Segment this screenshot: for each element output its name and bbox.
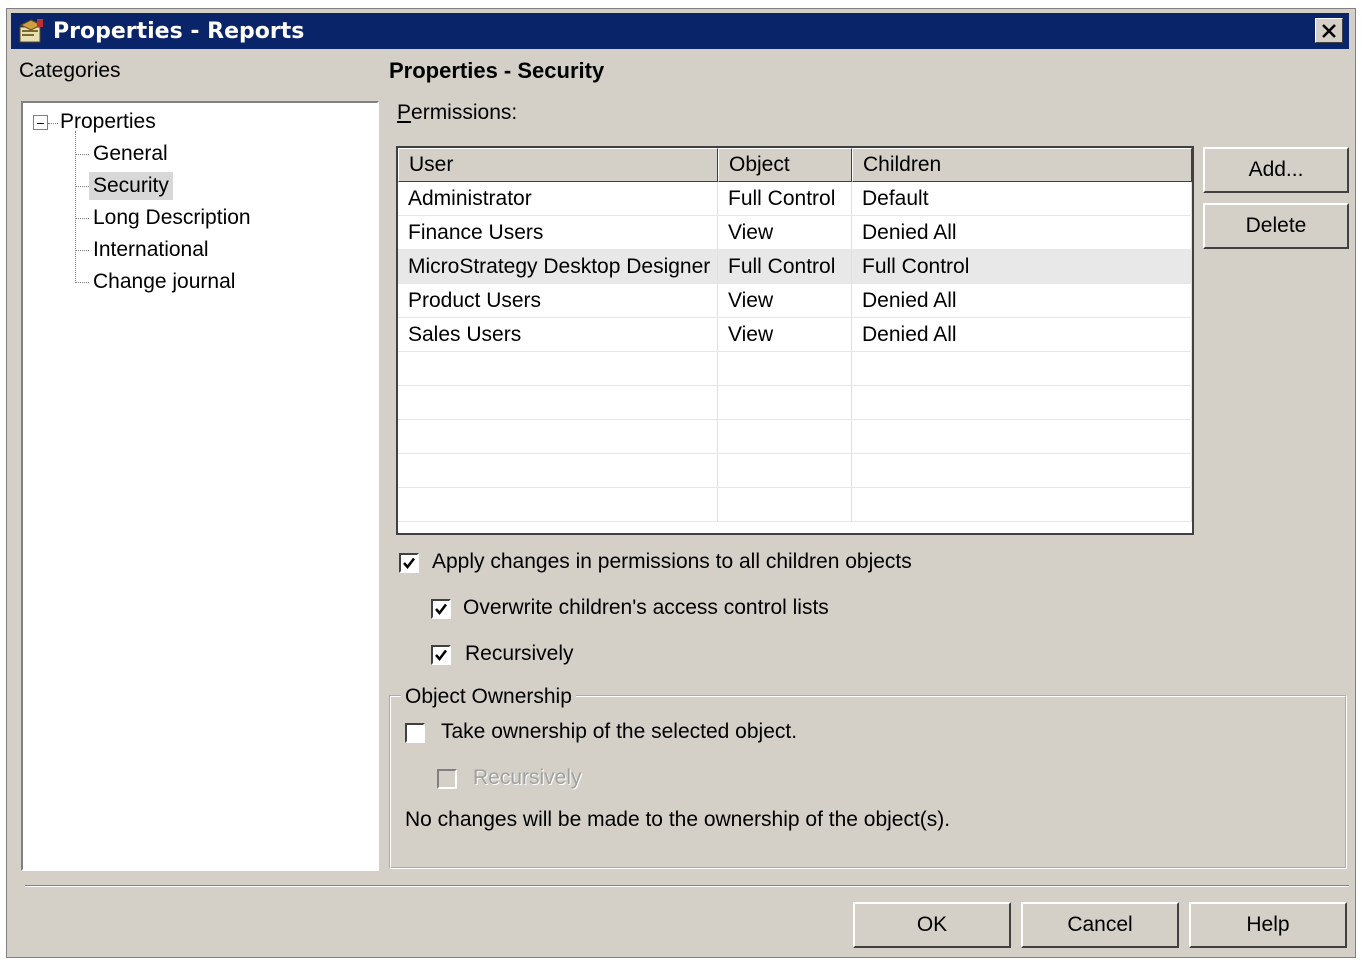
minus-icon: −	[36, 114, 45, 131]
table-cell-user: Sales Users	[398, 318, 718, 351]
take-ownership-label[interactable]: Take ownership of the selected object.	[441, 720, 797, 744]
categories-tree[interactable]: − Properties General Security Long Descr…	[21, 101, 379, 871]
tree-connector	[75, 154, 89, 155]
tree-connector	[75, 186, 89, 187]
checkmark-icon	[435, 649, 447, 661]
ownership-recursively-label: Recursively	[473, 766, 582, 789]
grid-header: User Object Children	[398, 148, 1192, 182]
table-cell-user	[398, 352, 718, 385]
close-icon	[1322, 23, 1336, 38]
empty-table-row	[398, 352, 1192, 386]
checkmark-icon	[435, 603, 447, 615]
tree-connector	[75, 218, 89, 219]
empty-table-row	[398, 488, 1192, 522]
add-button[interactable]: Add...	[1203, 147, 1349, 193]
table-cell-children: Denied All	[852, 216, 1192, 249]
table-cell-object	[718, 488, 852, 521]
tree-item-security[interactable]: Security	[89, 172, 173, 200]
empty-table-row	[398, 386, 1192, 420]
table-cell-object: View	[718, 318, 852, 351]
tree-root-properties[interactable]: Properties	[56, 108, 160, 136]
table-cell-object	[718, 352, 852, 385]
table-cell-user	[398, 488, 718, 521]
table-row[interactable]: Sales Users View Denied All	[398, 318, 1192, 352]
table-cell-object	[718, 420, 852, 453]
table-row[interactable]: MicroStrategy Desktop Designer Full Contr…	[398, 250, 1192, 284]
collapse-expander[interactable]: −	[33, 115, 48, 130]
tree-connector	[75, 282, 89, 283]
tree-item-long-description[interactable]: Long Description	[89, 204, 255, 232]
footer-divider	[25, 885, 1349, 887]
empty-table-row	[398, 420, 1192, 454]
help-button[interactable]: Help	[1189, 902, 1347, 948]
window-title: Properties - Reports	[53, 19, 305, 44]
table-cell-user: Product Users	[398, 284, 718, 317]
column-header-children[interactable]: Children	[852, 148, 1192, 182]
table-cell-children	[852, 386, 1192, 419]
table-cell-object	[718, 454, 852, 487]
object-ownership-title: Object Ownership	[401, 685, 576, 709]
apply-changes-label[interactable]: Apply changes in permissions to all chil…	[432, 550, 912, 574]
table-cell-children	[852, 454, 1192, 487]
panel-heading: Properties - Security	[389, 58, 605, 83]
tree-item-international[interactable]: International	[89, 236, 213, 264]
tree-item-change-journal[interactable]: Change journal	[89, 268, 239, 296]
permissions-label: Permissions:	[397, 101, 517, 125]
table-cell-object: View	[718, 284, 852, 317]
table-cell-object: Full Control	[718, 250, 852, 283]
table-row[interactable]: Administrator Full Control Default	[398, 182, 1192, 216]
properties-window-icon	[19, 19, 43, 43]
empty-table-row	[398, 454, 1192, 488]
table-cell-children: Default	[852, 182, 1192, 215]
permissions-label-text: ermissions:	[411, 101, 518, 124]
ownership-note: No changes will be made to the ownership…	[405, 808, 951, 831]
table-row[interactable]: Finance Users View Denied All	[398, 216, 1192, 250]
tree-connector	[75, 250, 89, 251]
ownership-recursively-checkbox[interactable]	[437, 769, 457, 789]
table-cell-user: Finance Users	[398, 216, 718, 249]
ok-button[interactable]: OK	[853, 902, 1011, 948]
table-cell-user	[398, 420, 718, 453]
table-cell-user: Administrator	[398, 182, 718, 215]
overwrite-acl-label[interactable]: Overwrite children's access control list…	[463, 596, 829, 620]
overwrite-acl-checkbox[interactable]	[431, 599, 451, 619]
delete-button[interactable]: Delete	[1203, 203, 1349, 249]
checkmark-icon	[403, 557, 415, 569]
categories-label: Categories	[19, 59, 121, 82]
table-cell-children	[852, 352, 1192, 385]
table-cell-object: Full Control	[718, 182, 852, 215]
take-ownership-checkbox[interactable]	[405, 723, 425, 743]
table-cell-children	[852, 420, 1192, 453]
tree-item-general[interactable]: General	[89, 140, 172, 168]
permissions-grid[interactable]: User Object Children Administrator Full C…	[396, 146, 1194, 535]
permissions-mnemonic: P	[397, 101, 412, 124]
table-cell-object: View	[718, 216, 852, 249]
table-cell-user: MicroStrategy Desktop Designer	[398, 250, 718, 283]
column-header-user[interactable]: User	[398, 148, 718, 182]
table-cell-user	[398, 454, 718, 487]
column-header-object[interactable]: Object	[718, 148, 852, 182]
cancel-button[interactable]: Cancel	[1021, 902, 1179, 948]
table-cell-object	[718, 386, 852, 419]
table-cell-children: Denied All	[852, 318, 1192, 351]
table-cell-user	[398, 386, 718, 419]
table-cell-children	[852, 488, 1192, 521]
table-cell-children: Full Control	[852, 250, 1192, 283]
table-cell-children: Denied All	[852, 284, 1192, 317]
recursively-label[interactable]: Recursively	[465, 642, 574, 666]
apply-changes-checkbox[interactable]	[399, 553, 419, 573]
table-row[interactable]: Product Users View Denied All	[398, 284, 1192, 318]
close-button[interactable]	[1315, 18, 1343, 43]
recursively-checkbox[interactable]	[431, 645, 451, 665]
title-bar[interactable]: Properties - Reports	[11, 13, 1349, 49]
